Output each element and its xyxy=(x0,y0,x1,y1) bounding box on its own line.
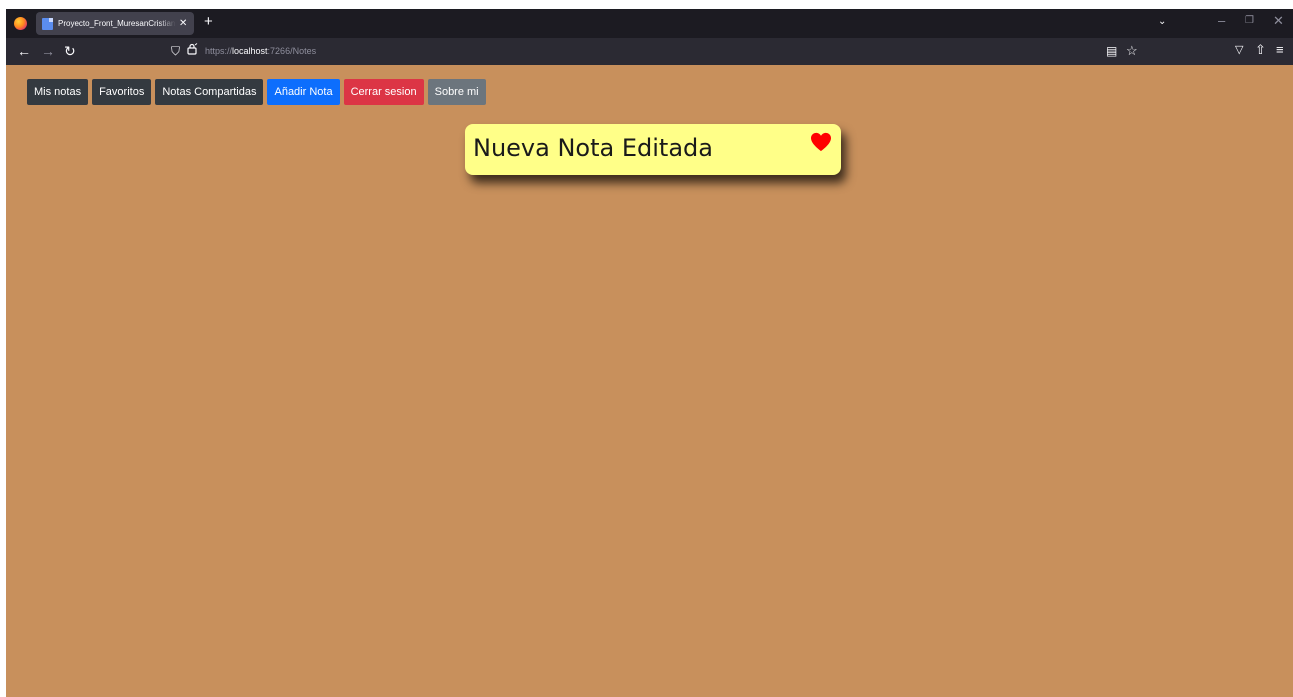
cerrar-sesion-button[interactable]: Cerrar sesion xyxy=(343,79,424,105)
url-path: :7266/Notes xyxy=(267,46,317,56)
reload-icon[interactable]: ↻ xyxy=(64,44,76,58)
main-menu: Mis notas Favoritos Notas Compartidas Añ… xyxy=(27,79,486,105)
browser-nav-bar: ← → ↻ ⛉ https://localhost:7266/Notes ▤ ☆… xyxy=(6,38,1293,65)
back-icon[interactable]: ← xyxy=(17,44,31,58)
note-title: Nueva Nota Editada xyxy=(473,134,713,162)
hamburger-menu-icon[interactable]: ≡ xyxy=(1276,42,1284,57)
tab-title: Proyecto_Front_MuresanCristian xyxy=(58,19,176,28)
firefox-logo-icon xyxy=(14,17,27,30)
new-tab-icon[interactable]: + xyxy=(204,14,213,29)
restore-window-icon[interactable]: ❐ xyxy=(1245,15,1254,26)
bookmark-star-icon[interactable]: ☆ xyxy=(1126,43,1138,59)
lock-icon[interactable] xyxy=(186,43,198,58)
lock-svg xyxy=(187,43,198,55)
sobre-mi-button[interactable]: Sobre mi xyxy=(427,79,486,105)
close-window-icon[interactable]: ✕ xyxy=(1273,13,1284,29)
anadir-nota-button[interactable]: Añadir Nota xyxy=(267,79,340,105)
reader-view-icon[interactable]: ▤ xyxy=(1106,44,1117,58)
forward-icon[interactable]: → xyxy=(41,44,55,58)
url-text[interactable]: https://localhost:7266/Notes xyxy=(205,46,316,56)
favoritos-button[interactable]: Favoritos xyxy=(92,79,152,105)
pocket-icon[interactable]: ▽ xyxy=(1235,43,1243,56)
tracking-shield-icon[interactable]: ⛉ xyxy=(171,44,180,59)
note-card[interactable]: Nueva Nota Editada xyxy=(465,124,841,175)
notas-compartidas-button[interactable]: Notas Compartidas xyxy=(155,79,264,105)
mis-notas-button[interactable]: Mis notas xyxy=(27,79,89,105)
minimize-window-icon[interactable]: – xyxy=(1218,13,1225,28)
favorite-heart-icon[interactable] xyxy=(810,132,832,152)
url-prefix: https:// xyxy=(205,46,233,56)
browser-tab-bar: Proyecto_Front_MuresanCristian ✕ + ⌄ – ❐… xyxy=(6,9,1293,38)
tab-favicon-icon xyxy=(42,17,53,30)
url-host: localhost xyxy=(232,46,268,56)
tab-close-icon[interactable]: ✕ xyxy=(179,18,187,29)
url-bar[interactable]: ⛉ https://localhost:7266/Notes ▤ ☆ xyxy=(158,41,1148,62)
browser-tab[interactable]: Proyecto_Front_MuresanCristian ✕ xyxy=(36,12,194,35)
page-content: Mis notas Favoritos Notas Compartidas Añ… xyxy=(6,65,1293,697)
extensions-icon[interactable]: ⇧ xyxy=(1255,42,1266,58)
list-all-tabs-icon[interactable]: ⌄ xyxy=(1158,16,1166,27)
